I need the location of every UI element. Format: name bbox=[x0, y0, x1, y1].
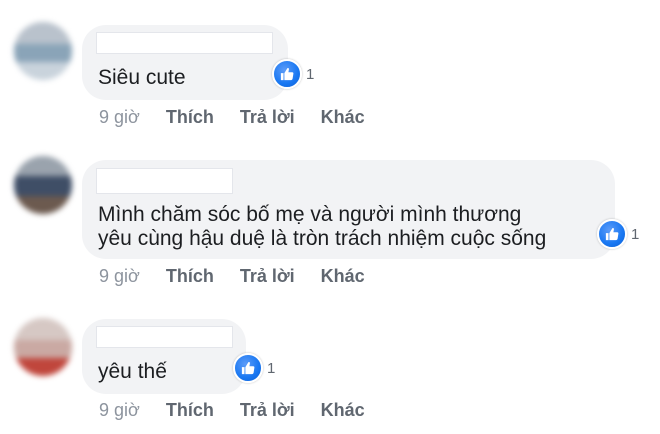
avatar[interactable] bbox=[14, 318, 72, 376]
reaction-summary[interactable]: 1 bbox=[272, 59, 315, 89]
author-name[interactable] bbox=[96, 32, 273, 54]
reaction-summary[interactable]: 1 bbox=[233, 353, 276, 383]
avatar[interactable] bbox=[14, 22, 72, 80]
comment-timestamp[interactable]: 9 giờ bbox=[99, 400, 140, 421]
reaction-count: 1 bbox=[267, 359, 276, 377]
reply-link[interactable]: Trả lời bbox=[240, 266, 295, 287]
comment-actions: 9 giờ Thích Trả lời Khác bbox=[99, 400, 365, 421]
comment-text: yêu thế bbox=[98, 360, 167, 383]
comment-actions: 9 giờ Thích Trả lời Khác bbox=[99, 107, 365, 128]
comment-text-line-2: yêu cùng hậu duệ là tròn trách nhiệm cuộ… bbox=[98, 227, 547, 250]
like-icon bbox=[597, 219, 627, 249]
like-link[interactable]: Thích bbox=[166, 400, 214, 421]
author-name[interactable] bbox=[96, 326, 233, 348]
reaction-count: 1 bbox=[631, 225, 640, 243]
like-icon bbox=[272, 59, 302, 89]
more-link[interactable]: Khác bbox=[321, 266, 365, 287]
comment-actions: 9 giờ Thích Trả lời Khác bbox=[99, 266, 365, 287]
comment-timestamp[interactable]: 9 giờ bbox=[99, 107, 140, 128]
author-name[interactable] bbox=[96, 168, 233, 194]
like-link[interactable]: Thích bbox=[166, 107, 214, 128]
reply-link[interactable]: Trả lời bbox=[240, 107, 295, 128]
reply-link[interactable]: Trả lời bbox=[240, 400, 295, 421]
like-link[interactable]: Thích bbox=[166, 266, 214, 287]
reaction-count: 1 bbox=[306, 65, 315, 83]
comment-text: Siêu cute bbox=[98, 66, 186, 89]
reaction-summary[interactable]: 1 bbox=[597, 219, 640, 249]
comment-timestamp[interactable]: 9 giờ bbox=[99, 266, 140, 287]
avatar[interactable] bbox=[14, 156, 72, 214]
more-link[interactable]: Khác bbox=[321, 400, 365, 421]
like-icon bbox=[233, 353, 263, 383]
more-link[interactable]: Khác bbox=[321, 107, 365, 128]
